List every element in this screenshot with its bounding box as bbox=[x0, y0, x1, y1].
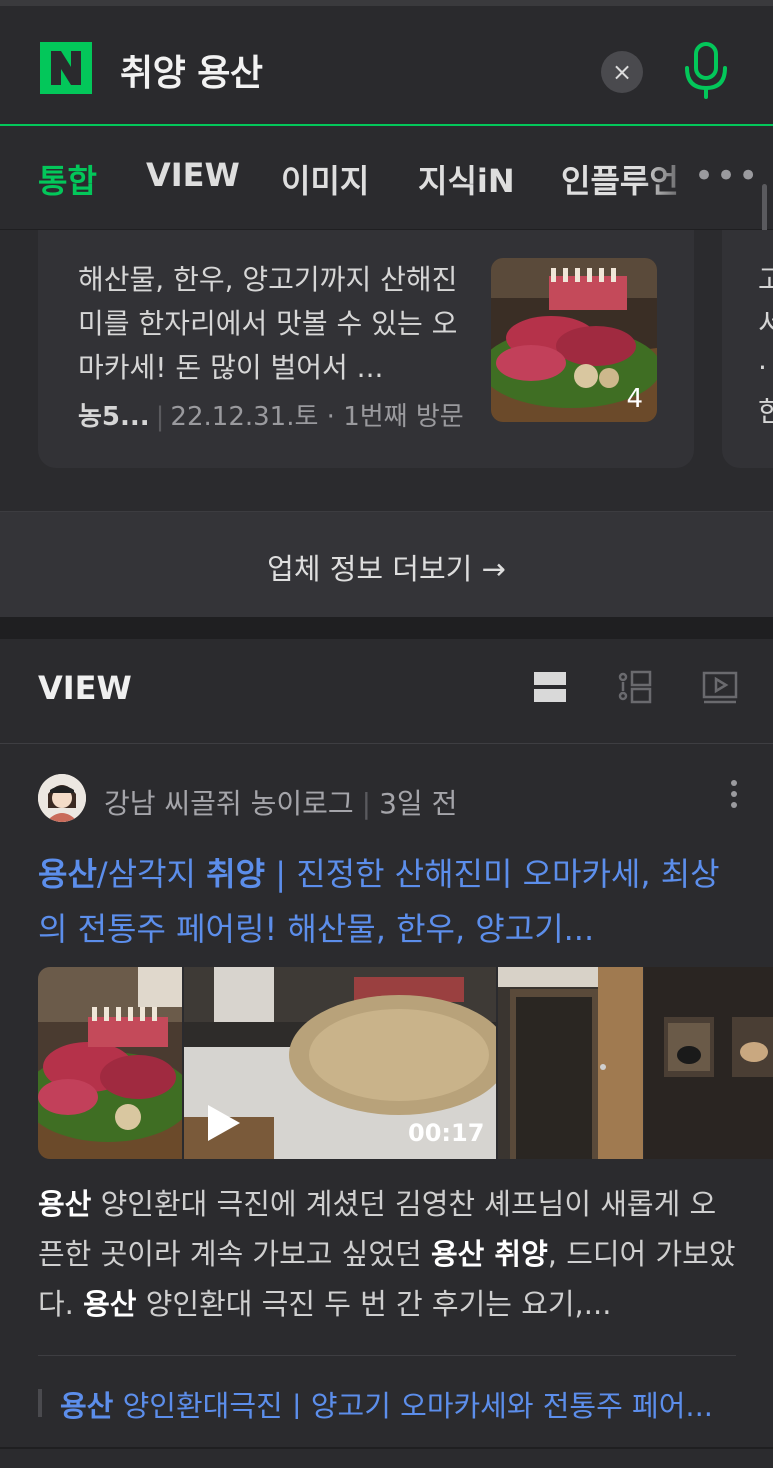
related-post-marker bbox=[38, 1389, 42, 1417]
post-image-interior[interactable] bbox=[644, 967, 773, 1159]
review-photo[interactable]: 4 bbox=[491, 258, 657, 422]
view-section: VIEW 강남 씨골쥐 농이로그 | 3일 전 용산/삼각지 취양 | 진정한 … bbox=[0, 639, 773, 1468]
review-card[interactable]: 해산물, 한우, 양고기까지 산해진미를 한자리에서 맛볼 수 있는 오마카세!… bbox=[38, 230, 694, 468]
review-visit-count: 1번째 방문 bbox=[343, 402, 464, 432]
post-time: 3일 전 bbox=[379, 787, 458, 820]
tab-images[interactable]: 이미지 bbox=[281, 156, 369, 202]
tab-knowledge-in[interactable]: 지식iN bbox=[418, 156, 515, 202]
review-author[interactable]: 농5... bbox=[78, 402, 150, 432]
more-business-info-button[interactable]: 업체 정보 더보기 → bbox=[0, 511, 773, 617]
clear-search-button[interactable]: × bbox=[601, 51, 643, 93]
view-section-title: VIEW bbox=[38, 669, 132, 707]
review-meta: 농5... | 22.12.31.토 · 1번째 방문 bbox=[78, 402, 464, 432]
avatar-illustration bbox=[38, 774, 86, 822]
post-image-door[interactable] bbox=[498, 967, 643, 1159]
related-post-link[interactable]: 용산 양인환대극진 | 양고기 오마카세와 전통주 페어... bbox=[38, 1383, 738, 1419]
post-divider bbox=[38, 1355, 736, 1356]
view-divider bbox=[0, 743, 773, 744]
microphone-icon[interactable] bbox=[682, 42, 730, 100]
review-text: 해산물, 한우, 양고기까지 산해진미를 한자리에서 맛볼 수 있는 오마카세!… bbox=[78, 263, 458, 384]
post-author-name[interactable]: 강남 씨골쥐 농이로그 bbox=[104, 787, 354, 820]
video-duration: 00:17 bbox=[408, 1119, 485, 1147]
tabs-fade bbox=[640, 126, 700, 229]
tab-integrated[interactable]: 통합 bbox=[38, 156, 97, 202]
tab-view[interactable]: VIEW bbox=[146, 156, 240, 194]
section-bottom-border bbox=[0, 1447, 773, 1449]
review-date: 22.12.31.토 bbox=[170, 402, 319, 432]
photo-count: 4 bbox=[626, 384, 643, 414]
post-title-link[interactable]: 용산/삼각지 취양 | 진정한 산해진미 오마카세, 최상의 전통주 페어링! … bbox=[38, 847, 738, 957]
next-review-card[interactable]: 고 서 · 한 bbox=[722, 230, 773, 468]
review-carousel: 해산물, 한우, 양고기까지 산해진미를 한자리에서 맛볼 수 있는 오마카세!… bbox=[0, 230, 773, 510]
more-tabs-icon[interactable]: ••• bbox=[694, 156, 760, 196]
related-post-title: 용산 양인환대극진 | 양고기 오마카세와 전통주 페어... bbox=[60, 1389, 714, 1419]
more-business-info-label: 업체 정보 더보기 → bbox=[267, 552, 506, 586]
section-gap bbox=[0, 617, 773, 639]
video-view-icon[interactable] bbox=[702, 669, 738, 705]
post-image-meat[interactable] bbox=[38, 967, 182, 1159]
search-query[interactable]: 취양 용산 bbox=[120, 44, 263, 96]
search-tabs: 통합 VIEW 이미지 지식iN 인플루언 ••• bbox=[0, 126, 773, 230]
post-image-strip[interactable]: 00:17 bbox=[38, 967, 773, 1159]
author-avatar[interactable] bbox=[38, 774, 86, 822]
list-view-icon[interactable] bbox=[532, 669, 568, 705]
post-snippet: 용산 양인환대 극진에 계셨던 김영찬 셰프님이 새롭게 오픈한 곳이라 계속 … bbox=[38, 1187, 736, 1321]
search-header: 취양 용산 × bbox=[0, 0, 773, 126]
more-options-icon[interactable] bbox=[724, 777, 744, 817]
thumbnail-view-icon[interactable] bbox=[617, 669, 653, 705]
naver-logo-icon[interactable] bbox=[40, 42, 92, 94]
next-review-text: 고 서 · 한 bbox=[758, 263, 773, 428]
post-author-line: 강남 씨골쥐 농이로그 | 3일 전 bbox=[104, 787, 458, 820]
